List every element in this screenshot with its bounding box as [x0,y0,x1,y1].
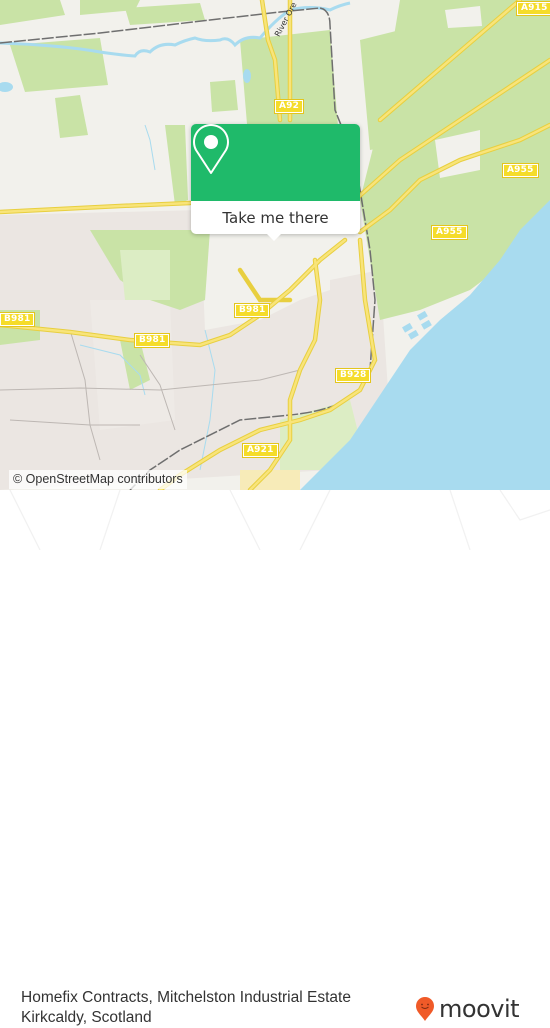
green-area [210,80,238,112]
road-label-b981-west: B981 [0,312,36,327]
map-attribution[interactable]: © OpenStreetMap contributors [9,470,187,489]
popup-header [191,124,360,201]
road-label-b981-east: B981 [233,303,271,318]
green-area [120,250,170,300]
moovit-logo[interactable]: moovit [415,995,520,1023]
road-label-a921: A921 [242,443,279,458]
location-popup: Take me there [191,124,360,241]
reservoir [421,319,432,330]
road-label-b981-middle: B981 [133,333,171,348]
road-label-a92: A92 [273,99,305,114]
reservoir [402,322,413,333]
green-area [55,95,88,138]
moovit-wordmark: moovit [439,995,520,1023]
popup-pointer [267,234,281,241]
road-label-a955-north: A955 [502,163,539,178]
map-view[interactable]: A915 A92 A955 A955 B981 B981 B981 B928 A… [0,0,550,490]
green-area [0,0,65,25]
road-label-b928: B928 [334,368,372,383]
moovit-pin-icon [416,997,434,1021]
pond [243,69,251,83]
place-name-line1: Homefix Contracts, Mitchelston Industria… [21,989,351,1006]
pond [0,82,13,92]
place-name-line2: Kirkcaldy, Scotland [21,1009,152,1026]
footer: Homefix Contracts, Mitchelston Industria… [0,490,550,1026]
road-label-a915: A915 [516,1,550,16]
location-pin-icon [193,124,229,174]
reservoir [408,329,419,340]
map-canvas [0,0,550,490]
road-label-a955-south: A955 [431,225,468,240]
green-area [125,3,205,25]
green-area [165,125,188,205]
place-name: Homefix Contracts, Mitchelston Industria… [21,988,351,1028]
take-me-there-button[interactable]: Take me there [191,201,360,234]
stream [144,124,156,171]
reservoir [417,310,428,321]
footer-pattern [9,490,550,550]
